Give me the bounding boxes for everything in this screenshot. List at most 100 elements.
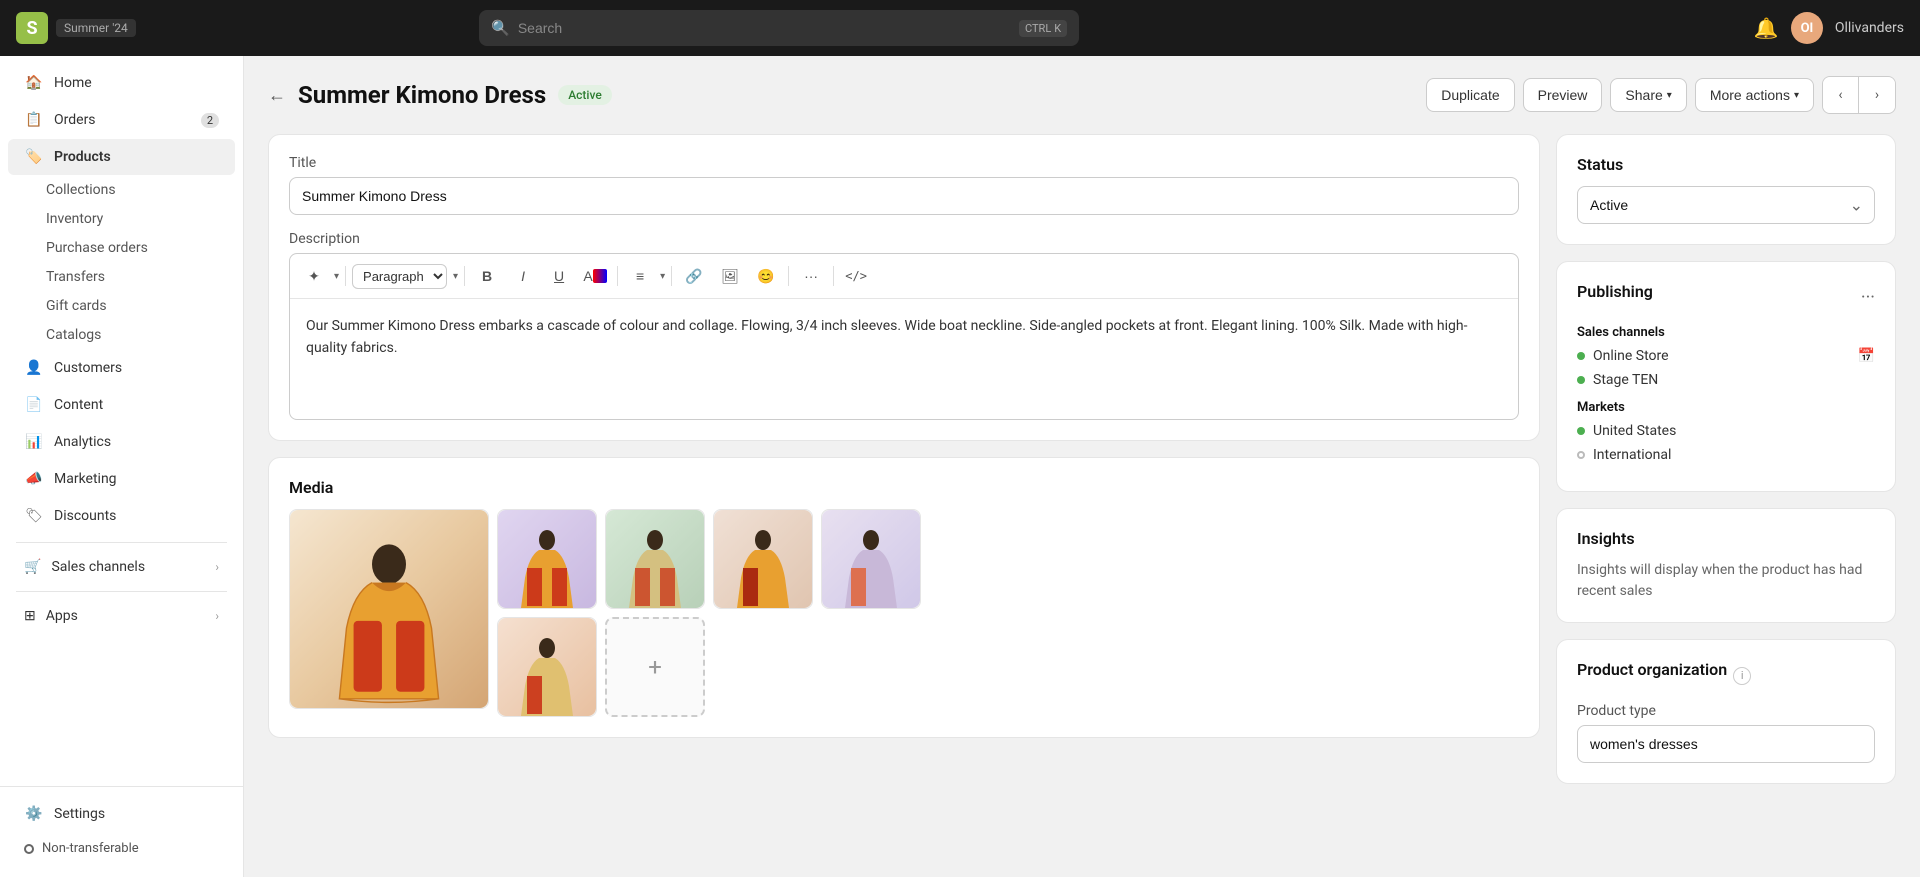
sidebar-item-customers[interactable]: 👤 Customers [8, 350, 235, 386]
international-inactive-dot [1577, 451, 1585, 459]
sidebar-item-sales-channels[interactable]: 🛒 Sales channels › [8, 551, 235, 583]
left-column: Title Description ✦ ▾ Paragraph ▾ [268, 134, 1540, 784]
status-title: Status [1577, 155, 1875, 174]
sidebar-sub-inventory[interactable]: Inventory [46, 205, 235, 233]
toolbar-separator-2 [464, 266, 465, 286]
search-shortcut: CTRL K [1019, 20, 1067, 37]
sidebar-sub-catalogs[interactable]: Catalogs [46, 321, 235, 349]
sidebar-sub-collections[interactable]: Collections [46, 176, 235, 204]
more-actions-button[interactable]: More actions ▾ [1695, 78, 1814, 112]
title-input[interactable] [289, 177, 1519, 215]
code-button[interactable]: </> [840, 262, 872, 290]
media-thumb-3[interactable] [713, 509, 813, 609]
align-button[interactable]: ≡ [624, 262, 656, 290]
sidebar-item-content[interactable]: 📄 Content [8, 387, 235, 423]
sidebar-label-non-transferable: Non-transferable [42, 841, 139, 856]
sidebar-sub-gift-cards[interactable]: Gift cards [46, 292, 235, 320]
sales-channels-label: Sales channels [1577, 325, 1875, 340]
description-text[interactable]: Our Summer Kimono Dress embarks a cascad… [290, 299, 1518, 419]
info-icon: i [1733, 667, 1751, 685]
link-button[interactable]: 🔗 [678, 262, 710, 290]
emoji-button[interactable]: 😊 [750, 262, 782, 290]
title-label: Title [289, 155, 1519, 171]
orders-icon: 📋 [24, 110, 44, 130]
calendar-icon: 📅 [1858, 348, 1875, 364]
us-active-dot [1577, 427, 1585, 435]
image-button[interactable]: 🖼 [714, 262, 746, 290]
toolbar-separator-4 [671, 266, 672, 286]
media-thumb-1[interactable] [497, 509, 597, 609]
media-thumb-4[interactable] [821, 509, 921, 609]
sidebar-item-settings[interactable]: ⚙️ Settings [8, 796, 235, 832]
search-input[interactable] [518, 20, 1011, 36]
media-thumb-2[interactable] [605, 509, 705, 609]
sidebar-item-discounts[interactable]: 🏷 Discounts [8, 498, 235, 534]
sidebar-item-analytics[interactable]: 📊 Analytics [8, 424, 235, 460]
us-label: United States [1593, 423, 1676, 439]
sales-channels-chevron-icon: › [215, 560, 219, 574]
sidebar-sub-purchase-orders[interactable]: Purchase orders [46, 234, 235, 262]
sidebar-label-customers: Customers [54, 360, 122, 376]
more-actions-label: More actions [1710, 87, 1790, 103]
italic-button[interactable]: I [507, 262, 539, 290]
marketing-icon: 📣 [24, 469, 44, 489]
product-details-card: Title Description ✦ ▾ Paragraph ▾ [268, 134, 1540, 441]
sidebar-item-marketing[interactable]: 📣 Marketing [8, 461, 235, 497]
pagination-nav: ‹ › [1822, 76, 1896, 114]
sidebar-label-home: Home [54, 75, 92, 91]
sidebar-label-apps: Apps [46, 608, 78, 624]
font-color-button[interactable]: A [579, 262, 611, 290]
paragraph-select[interactable]: Paragraph [352, 264, 447, 289]
duplicate-button[interactable]: Duplicate [1426, 78, 1514, 112]
sidebar-item-orders[interactable]: 📋 Orders 2 [8, 102, 235, 138]
paragraph-chevron-icon: ▾ [453, 271, 458, 282]
editor-toolbar: ✦ ▾ Paragraph ▾ B I U A [290, 254, 1518, 299]
more-button[interactable]: ··· [795, 262, 827, 290]
topbar: S Summer '24 🔍 CTRL K 🔔 Ol Ollivanders [0, 0, 1920, 56]
media-main-image[interactable] [289, 509, 489, 709]
sidebar-item-home[interactable]: 🏠 Home [8, 65, 235, 101]
search-icon: 🔍 [491, 19, 510, 37]
settings-icon: ⚙️ [24, 804, 44, 824]
page-header: ← Summer Kimono Dress Active Duplicate P… [268, 76, 1896, 114]
avatar: Ol [1791, 12, 1823, 44]
status-select[interactable]: Active Draft Archived [1577, 186, 1875, 224]
non-transferable-dot-icon [24, 844, 34, 854]
sidebar-item-apps[interactable]: ⊞ Apps › [8, 600, 235, 632]
sidebar-sub-transfers[interactable]: Transfers [46, 263, 235, 291]
sidebar-label-purchase-orders: Purchase orders [46, 240, 148, 256]
channel-online-store: Online Store 📅 [1577, 348, 1875, 364]
toolbar-separator-6 [833, 266, 834, 286]
store-name: Ollivanders [1835, 20, 1904, 36]
sidebar-label-orders: Orders [54, 112, 96, 128]
product-type-input[interactable] [1577, 725, 1875, 763]
media-thumb-5[interactable] [497, 617, 597, 717]
sidebar-label-analytics: Analytics [54, 434, 111, 450]
share-button[interactable]: Share ▾ [1610, 78, 1686, 112]
underline-button[interactable]: U [543, 262, 575, 290]
notification-bell-icon[interactable]: 🔔 [1754, 16, 1779, 40]
description-editor: ✦ ▾ Paragraph ▾ B I U A [289, 253, 1519, 420]
toolbar-separator-5 [788, 266, 789, 286]
status-card: Status Active Draft Archived [1556, 134, 1896, 245]
search-bar[interactable]: 🔍 CTRL K [479, 10, 1079, 46]
media-label: Media [289, 478, 1519, 497]
next-button[interactable]: › [1859, 77, 1895, 113]
prev-button[interactable]: ‹ [1823, 77, 1859, 113]
share-chevron-icon: ▾ [1667, 90, 1672, 101]
magic-wand-button[interactable]: ✦ [298, 262, 330, 290]
insights-text: Insights will display when the product h… [1577, 560, 1875, 602]
back-button[interactable]: ← [268, 85, 286, 106]
media-add-button[interactable]: + [605, 617, 705, 717]
sidebar-item-non-transferable[interactable]: Non-transferable [8, 833, 235, 864]
sidebar-label-discounts: Discounts [54, 508, 116, 524]
bold-button[interactable]: B [471, 262, 503, 290]
publishing-more-button[interactable]: ··· [1861, 287, 1875, 308]
toolbar-separator-3 [617, 266, 618, 286]
online-store-label: Online Store [1593, 348, 1669, 364]
insights-title: Insights [1577, 529, 1875, 548]
preview-button[interactable]: Preview [1523, 78, 1603, 112]
sidebar-item-products[interactable]: 🏷️ Products [8, 139, 235, 175]
page-title: Summer Kimono Dress [298, 81, 546, 109]
apps-icon: ⊞ [24, 608, 36, 624]
